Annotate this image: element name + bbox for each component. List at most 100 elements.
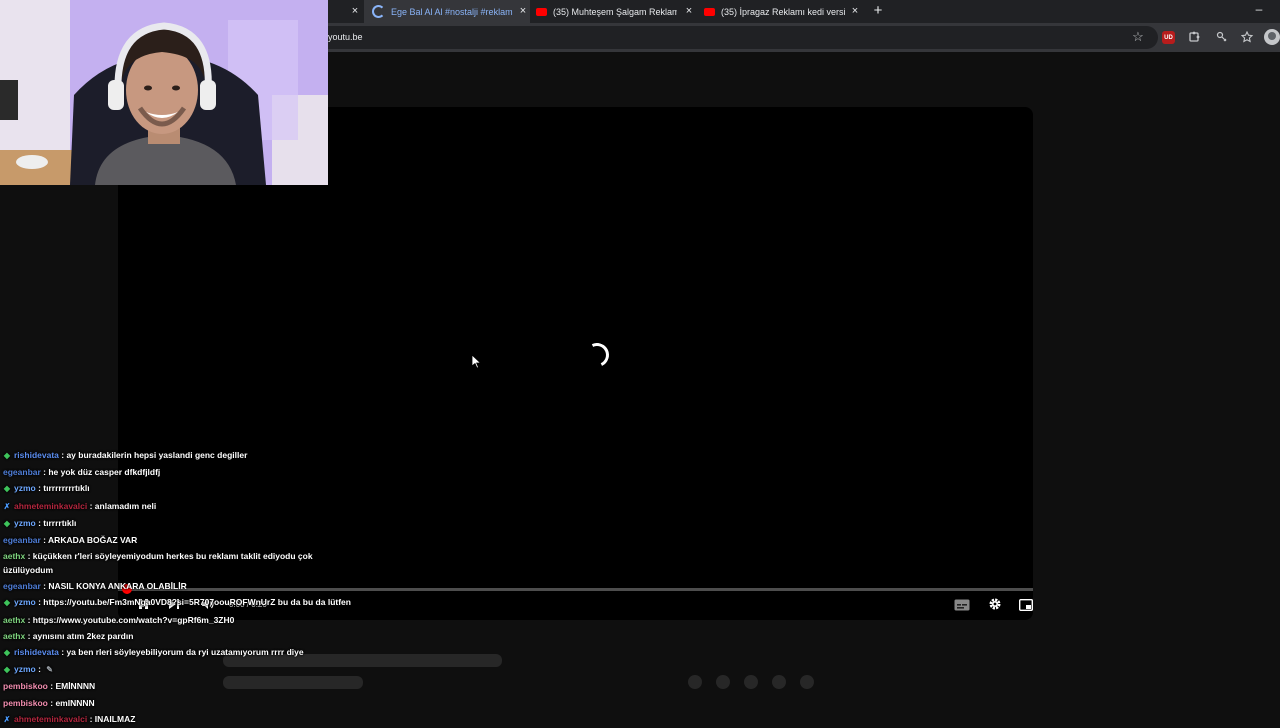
chat-username[interactable]: yzmo [14, 483, 36, 493]
chat-message: aethx : https://www.youtube.com/watch?v=… [3, 612, 363, 628]
chat-username[interactable]: yzmo [14, 518, 36, 528]
webcam-overlay [0, 0, 328, 185]
chat-text: ay buradakilerin hepsi yaslandi genc deg… [66, 450, 248, 460]
profile-avatar[interactable] [1264, 29, 1280, 45]
chat-message: ◆ rishidevata : ay buradakilerin hepsi ya… [3, 447, 363, 464]
subscriber-badge-icon: ◆ [3, 598, 11, 608]
miniplayer-button[interactable] [1019, 598, 1033, 616]
loading-spinner-icon [581, 339, 613, 371]
tab-label: (35) Muhteşem Şalgam Reklamı - [553, 6, 677, 17]
ublock-extension-icon[interactable]: UD [1162, 31, 1175, 44]
chat-text: aynısını atım 2kez pardın [32, 630, 134, 641]
chat-message: ◆ yzmo : tırrrrrrrrtıklı [3, 480, 363, 497]
chat-username[interactable]: yzmo [14, 597, 36, 607]
tab-close-button[interactable]: × [682, 0, 696, 23]
extension-puzzle-icon[interactable] [1186, 29, 1202, 45]
chat-username[interactable]: pembiskoo [3, 681, 48, 691]
new-tab-button[interactable]: + [870, 0, 886, 23]
tab-close-button[interactable]: × [516, 0, 530, 23]
chat-username[interactable]: ahmeteminkavalci [14, 501, 87, 511]
extension-icon[interactable] [1214, 29, 1230, 45]
address-bar[interactable]: youtu.be [310, 26, 1158, 49]
chat-username[interactable]: ahmeteminkavalci [14, 714, 87, 724]
skeleton-dot [800, 675, 814, 689]
chat-message: aethx : küçükken r'leri söyleyemiyodum h… [3, 548, 363, 578]
subscriber-badge-icon: ◆ [3, 648, 11, 658]
subscriber-badge-icon: ◆ [3, 451, 11, 460]
chat-username[interactable]: pembiskoo [3, 698, 48, 708]
chat-username[interactable]: aethx [3, 615, 25, 625]
bookmark-star-icon[interactable]: ☆ [1130, 27, 1146, 47]
chat-message: ◆ yzmo : ✎ [3, 661, 363, 678]
chat-username[interactable]: aethx [3, 631, 25, 641]
subtitles-icon [954, 599, 970, 611]
subscriber-badge-icon: ◆ [3, 518, 11, 528]
chat-text: emINNNN [55, 697, 95, 708]
chat-message: egeanbar : NASIL KONYA ANKARA OLABİLİR [3, 578, 363, 594]
moderator-sword-icon: ✗ [3, 501, 11, 511]
chat-username[interactable]: rishidevata [14, 647, 59, 657]
chat-separator: : [40, 535, 49, 546]
chat-message: ◆ yzmo : tırrrrtıklı [3, 515, 363, 532]
chat-message: ◆ rishidevata : ya ben rleri söyleyebiliy… [3, 644, 363, 661]
miniplayer-icon [1019, 599, 1033, 611]
skeleton-dot [688, 675, 702, 689]
chat-username[interactable]: egeanbar [3, 581, 41, 591]
chat-text: NASIL KONYA ANKARA OLABİLİR [48, 581, 187, 592]
subtitles-button[interactable] [954, 598, 970, 616]
chat-message: pembiskoo : emINNNN [3, 695, 363, 711]
youtube-favicon-icon [536, 7, 547, 16]
tab-salgam[interactable]: (35) Muhteşem Şalgam Reklamı - × [534, 0, 696, 23]
chat-separator: : [25, 551, 33, 562]
minimize-window-button[interactable]: – [1252, 0, 1266, 23]
chat-text: ya ben rleri söyleyebiliyorum da ryi uza… [66, 647, 304, 658]
chat-separator: : [87, 713, 95, 724]
skeleton-dot [744, 675, 758, 689]
tab-partial[interactable]: × [328, 0, 362, 23]
youtube-favicon-icon [704, 7, 715, 16]
url-text: youtu.be [328, 32, 363, 42]
chat-separator: : [35, 664, 44, 675]
chat-message: pembiskoo : EMİNNNN [3, 678, 363, 694]
subscriber-badge-icon: ◆ [3, 484, 11, 494]
favorites-icon[interactable] [1239, 29, 1255, 45]
tab-ipragaz[interactable]: (35) İpragaz Reklamı kedi versiyon × [700, 0, 862, 23]
chat-text: anlamadım neli [94, 500, 157, 511]
chat-text: ARKADA BOĞAZ VAR [48, 535, 138, 546]
settings-button[interactable] [988, 597, 1002, 616]
tab-close-button[interactable]: × [348, 0, 362, 23]
chat-text: tırrrrtıklı [43, 517, 77, 528]
chat-separator: : [25, 630, 33, 641]
chat-message: egeanbar : he yok düz casper dfkdfjldfj [3, 464, 363, 480]
stream-chat-overlay: ◆ rishidevata : ay buradakilerin hepsi ya… [3, 447, 363, 728]
chat-message: aethx : aynısını atım 2kez pardın [3, 628, 363, 644]
chat-username[interactable]: rishidevata [14, 450, 59, 460]
chat-separator: : [25, 614, 33, 625]
tab-ege-bal[interactable]: Ege Bal Al Al #nostalji #reklamizle × [364, 0, 530, 23]
subscriber-badge-icon: ◆ [3, 665, 11, 675]
tab-label: Ege Bal Al Al #nostalji #reklamizle [391, 6, 513, 17]
chat-message: egeanbar : ARKADA BOĞAZ VAR [3, 532, 363, 548]
loading-spinner-icon [372, 5, 385, 18]
chat-text: tırrrrrrrrtıklı [43, 483, 90, 494]
chat-text: https://www.youtube.com/watch?v=gpRf6m_3… [32, 614, 235, 625]
chat-username[interactable]: aethx [3, 551, 25, 561]
tab-close-button[interactable]: × [848, 0, 862, 23]
chat-text: he yok düz casper dfkdfjldfj [48, 467, 161, 478]
gear-icon [989, 598, 1001, 610]
chat-text: EMİNNNN [55, 681, 96, 692]
chat-message: ◆ yzmo : https://youtu.be/Fm3mNga0VD8?si=… [3, 594, 363, 611]
chat-message: ✗ ahmeteminkavalci : anlamadım neli [3, 498, 363, 515]
chat-username[interactable]: egeanbar [3, 467, 41, 477]
chat-message: ✗ ahmeteminkavalci : INAILMAZ [3, 711, 363, 728]
chat-username[interactable]: egeanbar [3, 535, 41, 545]
chat-text: INAILMAZ [94, 713, 136, 724]
skeleton-dot [716, 675, 730, 689]
pen-icon: ✎ [46, 665, 53, 675]
chat-username[interactable]: yzmo [14, 664, 36, 674]
chat-text: küçükken r'leri söyleyemiyodum herkes bu… [3, 551, 313, 575]
tab-label: (35) İpragaz Reklamı kedi versiyon [721, 6, 845, 17]
chat-separator: : [87, 500, 95, 511]
skeleton-dot [772, 675, 786, 689]
chat-text: https://youtu.be/Fm3mNga0VD8?si=5R707oou… [43, 597, 351, 608]
